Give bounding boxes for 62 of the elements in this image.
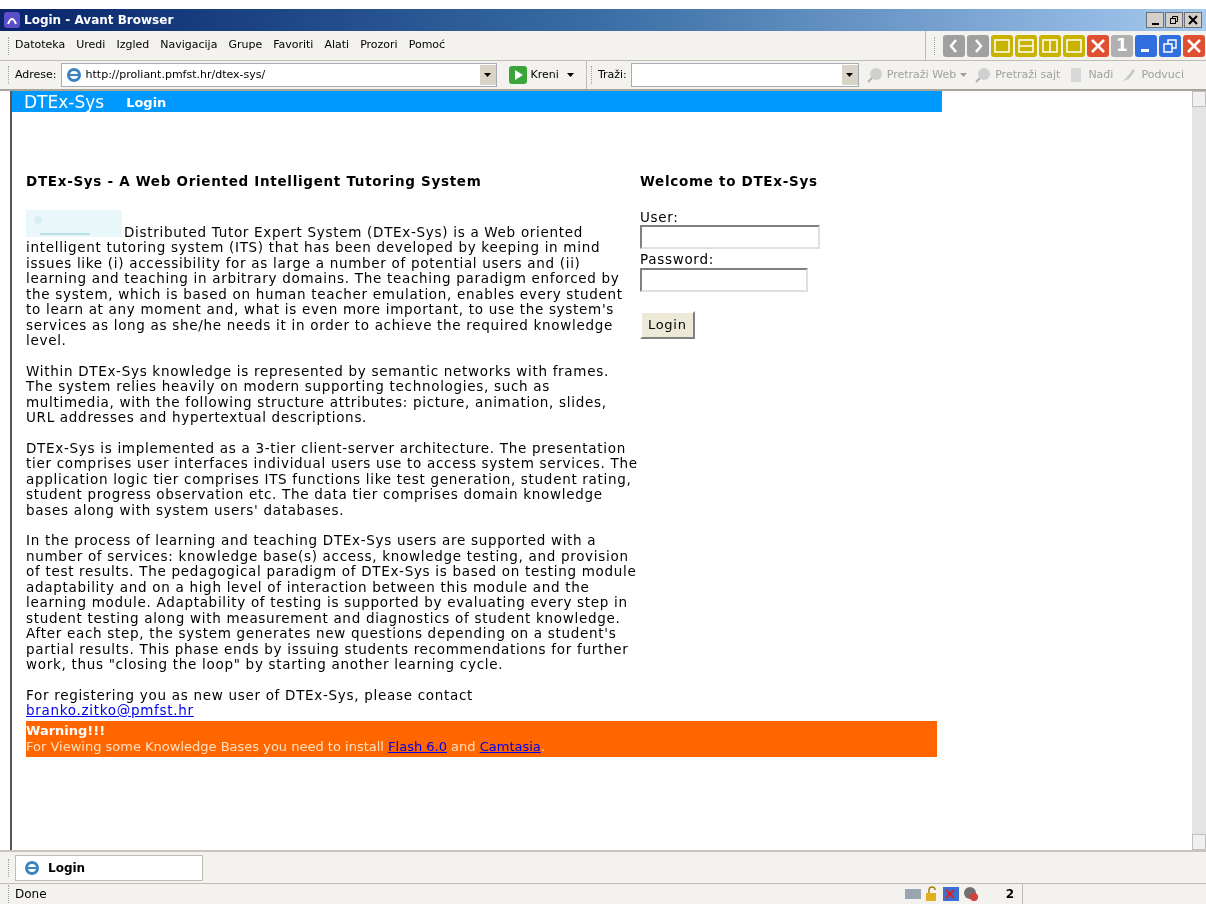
menu-item[interactable]: Pomoć <box>408 37 446 54</box>
go-button[interactable]: Kreni <box>504 66 578 84</box>
window-title: Login - Avant Browser <box>24 12 174 29</box>
minimize-icon[interactable] <box>1135 34 1157 57</box>
password-field[interactable] <box>640 267 808 292</box>
restore-icon[interactable] <box>1159 34 1181 57</box>
caret-icon <box>960 73 968 77</box>
menu-item[interactable]: Favoriti <box>273 37 314 54</box>
status-text: Done <box>15 886 48 903</box>
search-icon <box>975 67 992 83</box>
menu-item[interactable]: Navigacija <box>160 37 218 54</box>
email-link[interactable]: branko.zitko@pmfst.hr <box>26 702 194 718</box>
app-icon <box>4 12 20 28</box>
lock-icon <box>924 886 939 902</box>
menu-item[interactable]: Datoteka <box>15 37 66 54</box>
toolbar-icon[interactable] <box>943 34 965 57</box>
scrollbar[interactable] <box>1192 91 1206 850</box>
paragraph: Distributed Tutor Expert System (DTEx-Sys) is a Web oriented intelligent tutoring system (ITS) that has been developed by keeping in mind issues like (i) accessibility for as large a number of potential users and (ii) learning and teaching in arbitrary domains. The teaching paradigm enforced by the system, which is based on human teacher emulation, enables every student to learn at any moment and, what is even more important, to use the system's services as long as she/he needs it in order to achieve the required knowledge level. <box>26 209 640 349</box>
play-icon <box>508 66 527 84</box>
highlighter-icon <box>1121 67 1138 83</box>
search-icon <box>866 67 883 83</box>
dropdown-button[interactable] <box>841 65 858 85</box>
dropdown-button[interactable] <box>479 65 496 85</box>
caret-icon <box>846 73 854 77</box>
search-field[interactable] <box>630 63 859 87</box>
login-button[interactable]: Login <box>640 310 695 339</box>
restore-button[interactable] <box>1165 12 1183 28</box>
status-count: 2 <box>1005 886 1014 903</box>
caret-icon <box>484 73 492 77</box>
toolbar-icon[interactable] <box>967 34 989 57</box>
address-label: Adrese: <box>15 66 57 83</box>
search-label: Traži: <box>597 66 627 83</box>
close-icon <box>1188 15 1198 25</box>
browser-icon <box>24 859 40 876</box>
user-label: User: <box>640 209 679 225</box>
menu-item[interactable]: Izgled <box>116 37 150 54</box>
minimize-icon <box>1151 22 1159 25</box>
menu-item[interactable]: Prozori <box>360 37 398 54</box>
minimize-button[interactable] <box>1146 12 1164 28</box>
caret-icon <box>566 73 574 77</box>
page-heading: DTEx-Sys - A Web Oriented Intelligent Tutoring System <box>26 174 483 190</box>
restore-icon <box>1169 15 1179 25</box>
warning-text: For Viewing some Knowledge Bases you need to install Flash 6.0 and Camtasia. <box>26 738 546 755</box>
menu-item[interactable]: Grupe <box>228 37 263 54</box>
login-heading: Welcome to DTEx-Sys <box>640 174 818 190</box>
user-field[interactable] <box>640 225 820 249</box>
browser-icon <box>65 67 82 83</box>
password-label: Password: <box>640 252 714 268</box>
close-button[interactable] <box>1184 12 1202 28</box>
browser-tab[interactable]: Login <box>15 854 203 881</box>
popup-blocked-icon <box>941 886 960 902</box>
contact-text: For registering you as new user of DTEx-Sys, please contact <box>26 687 475 703</box>
menu-item[interactable]: Uredi <box>76 37 106 54</box>
paragraph: DTEx-Sys is implemented as a 3-tier client-server architecture. The presentation tier comprises user interfaces individual users use to access system services. The application logic tier comprises ITS functions like test generation, student rating, student progress observation etc. The data tier comprises domain knowledge bases along with system users' databases. <box>26 440 639 518</box>
paragraph: In the process of learning and teaching DTEx-Sys users are supported with a number of services: knowledge base(s) access, knowledge testing, and provision of test results. The pedagogical paradigm of DTEx-Sys is based on testing module adaptability and on a high level of interaction between this module and the learning module. Adaptability of testing is supported by evaluating every step in student testing along with measurement and diagnostics of student knowledge. After each step, the system generates new questions depending on a student's partial results. This phase ends by issuing students recommendations for further work, thus "closing the loop" by starting another learning cycle. <box>26 533 638 673</box>
site-brand: DTEx-Sys <box>24 92 105 112</box>
close-icon[interactable] <box>1183 34 1205 57</box>
menu-item[interactable]: Alati <box>324 37 350 54</box>
paragraph: Within DTEx-Sys knowledge is represented by semantic networks with frames. The system relies heavily on modern supporting technologies, such as multimedia, with the following structure attributes: picture, animation, slides, URL addresses and hypertextual descriptions. <box>26 363 610 426</box>
toolbar-icon[interactable] <box>1087 34 1109 57</box>
warning-title: Warning!!! <box>26 722 107 739</box>
address-field[interactable]: http://proliant.pmfst.hr/dtex-sys/ <box>60 63 497 87</box>
